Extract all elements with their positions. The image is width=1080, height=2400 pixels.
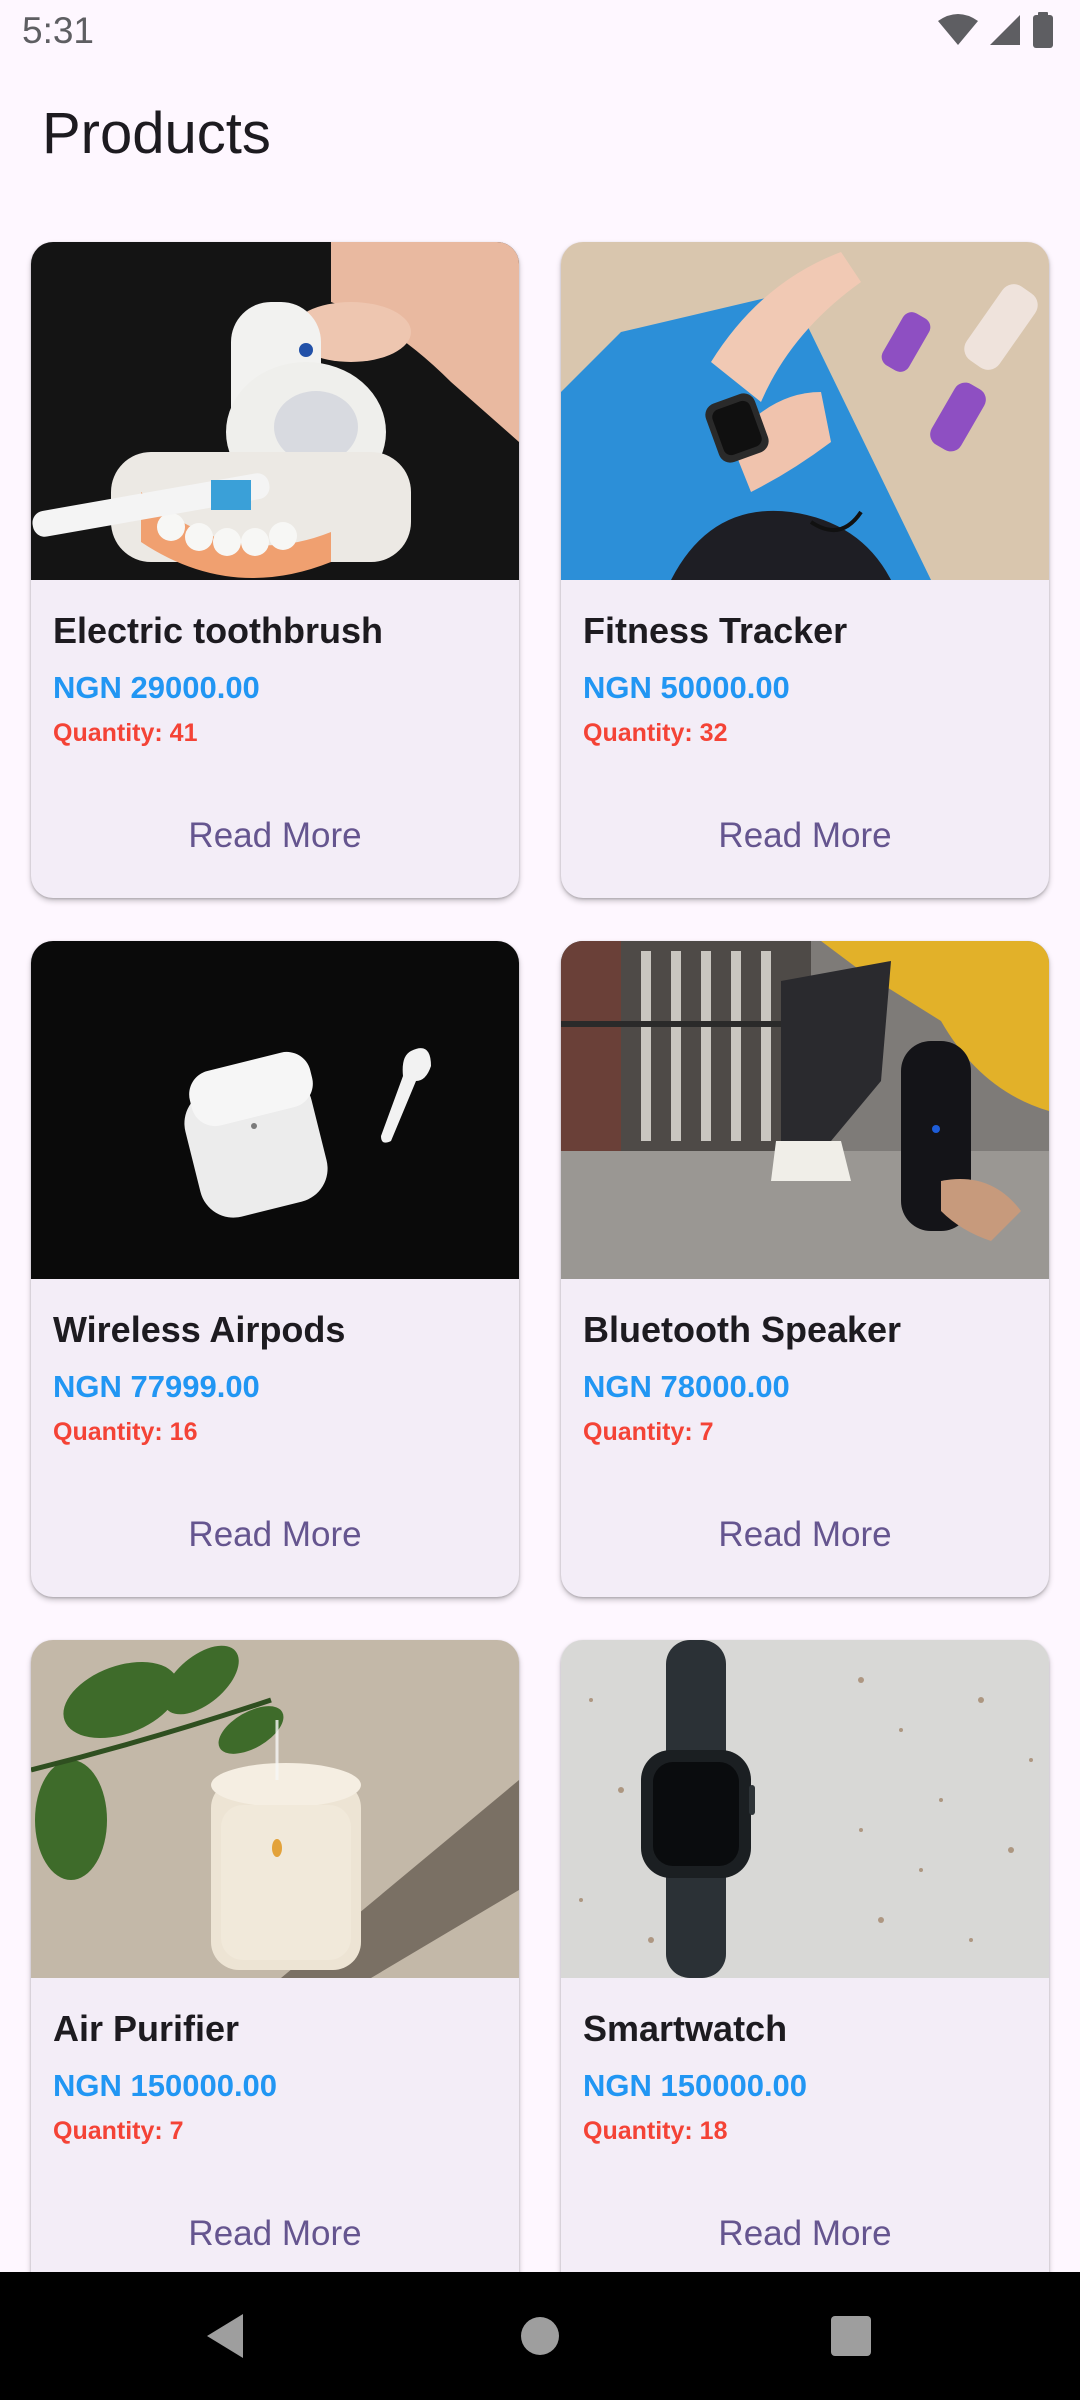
read-more-button[interactable]: Read More (661, 1497, 949, 1573)
recents-button[interactable] (791, 2272, 911, 2400)
read-more-button[interactable]: Read More (131, 1497, 419, 1573)
product-price: NGN 77999.00 (53, 1369, 260, 1404)
product-image (31, 1640, 519, 1978)
product-name: Fitness Tracker (583, 610, 848, 651)
product-card[interactable]: Electric toothbrush NGN 29000.00 Quantit… (31, 242, 519, 898)
product-card[interactable]: Smartwatch NGN 150000.00 Quantity: 18 Re… (561, 1640, 1049, 2296)
read-more-button[interactable]: Read More (661, 2196, 949, 2272)
product-quantity: Quantity: 7 (583, 1418, 714, 1446)
product-name: Bluetooth Speaker (583, 1309, 902, 1350)
product-price: NGN 29000.00 (53, 670, 260, 705)
product-price: NGN 150000.00 (53, 2068, 278, 2103)
read-more-button[interactable]: Read More (131, 798, 419, 874)
product-image (31, 941, 519, 1279)
product-card[interactable]: Fitness Tracker NGN 50000.00 Quantity: 3… (561, 242, 1049, 898)
product-image (31, 242, 519, 580)
fitness-tracker-photo (561, 242, 1049, 580)
product-quantity: Quantity: 18 (583, 2117, 728, 2145)
air-purifier-photo (31, 1640, 519, 1978)
battery-icon (1032, 11, 1054, 53)
product-image (561, 1640, 1049, 1978)
read-more-button[interactable]: Read More (661, 798, 949, 874)
product-quantity: Quantity: 32 (583, 719, 728, 747)
cell-signal-icon (988, 13, 1022, 52)
product-name: Electric toothbrush (53, 610, 384, 651)
recents-icon (831, 2316, 871, 2356)
product-image (561, 941, 1049, 1279)
app-bar: Products (0, 64, 1080, 204)
back-icon (207, 2314, 243, 2358)
product-card[interactable]: Wireless Airpods NGN 77999.00 Quantity: … (31, 941, 519, 1597)
status-time: 5:31 (22, 10, 95, 51)
read-more-button[interactable]: Read More (131, 2196, 419, 2272)
product-quantity: Quantity: 7 (53, 2117, 184, 2145)
back-button[interactable] (165, 2272, 285, 2400)
product-quantity: Quantity: 41 (53, 719, 198, 747)
product-card[interactable]: Bluetooth Speaker NGN 78000.00 Quantity:… (561, 941, 1049, 1597)
bluetooth-speaker-photo (561, 941, 1049, 1279)
product-name: Air Purifier (53, 2008, 240, 2049)
product-card[interactable]: Air Purifier NGN 150000.00 Quantity: 7 R… (31, 1640, 519, 2296)
status-icons (938, 11, 1054, 53)
product-price: NGN 150000.00 (583, 2068, 808, 2103)
product-quantity: Quantity: 16 (53, 1418, 198, 1446)
home-icon (521, 2317, 559, 2355)
wifi-icon (938, 13, 978, 52)
wireless-airpods-photo (31, 941, 519, 1279)
product-name: Wireless Airpods (53, 1309, 346, 1350)
product-name: Smartwatch (583, 2008, 788, 2049)
home-button[interactable] (480, 2272, 600, 2400)
product-price: NGN 78000.00 (583, 1369, 790, 1404)
product-price: NGN 50000.00 (583, 670, 790, 705)
smartwatch-photo (561, 1640, 1049, 1978)
navigation-bar (0, 2272, 1080, 2400)
page-title: Products (42, 101, 271, 166)
electric-toothbrush-photo (31, 242, 519, 580)
product-image (561, 242, 1049, 580)
status-bar: 5:31 (0, 0, 1080, 64)
screen: 5:31 Products Electric toothbrush NGN 29… (0, 0, 1080, 2400)
